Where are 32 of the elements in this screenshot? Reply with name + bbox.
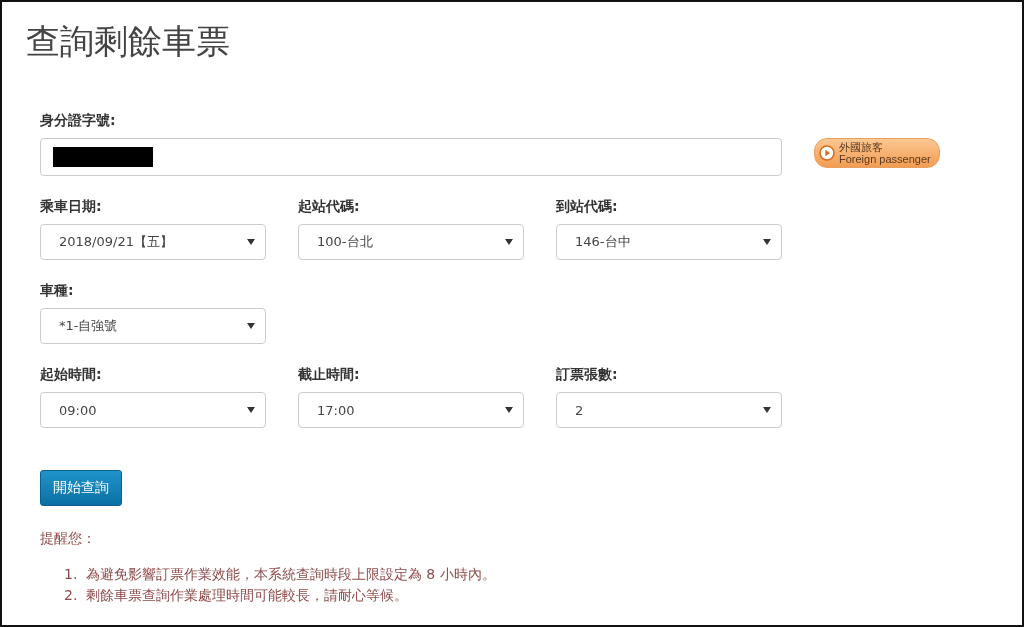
- select-field[interactable]: 2: [556, 392, 782, 428]
- search-button[interactable]: 開始查詢: [40, 470, 122, 506]
- select-field[interactable]: 146-台中: [556, 224, 782, 260]
- reminder-text: 為避免影響訂票作業效能，本系統查詢時段上限設定為 8 小時內。: [85, 566, 496, 582]
- play-icon: [819, 145, 835, 161]
- field-label: 截止時間:: [298, 366, 361, 384]
- caret-icon: [247, 407, 255, 413]
- field-label: 車種:: [40, 282, 75, 300]
- list-number: 2.: [64, 587, 78, 603]
- field-label: 到站代碼:: [556, 198, 619, 216]
- field-label: 訂票張數:: [556, 366, 619, 384]
- caret-icon: [763, 239, 771, 245]
- field-label: 乘車日期:: [40, 198, 103, 216]
- field-label: 起站代碼:: [298, 198, 361, 216]
- caret-icon: [247, 323, 255, 329]
- field-label: 身分證字號:: [40, 112, 117, 130]
- select-field[interactable]: 17:00: [298, 392, 524, 428]
- reminder-text: 剩餘車票查詢作業處理時間可能較長，請耐心等候。: [85, 587, 408, 603]
- caret-icon: [247, 239, 255, 245]
- id-number-field[interactable]: [40, 138, 782, 176]
- foreign-passenger-button[interactable]: 外國旅客 Foreign passenger: [814, 138, 940, 168]
- caret-icon: [505, 239, 513, 245]
- page-title: 查詢剩餘車票: [26, 20, 231, 63]
- field-label: 起始時間:: [40, 366, 103, 384]
- list-number: 1.: [64, 566, 78, 582]
- reminder-heading: 提醒您：: [40, 530, 97, 548]
- caret-icon: [505, 407, 513, 413]
- select-field[interactable]: 2018/09/21【五】: [40, 224, 266, 260]
- select-field[interactable]: 09:00: [40, 392, 266, 428]
- caret-icon: [763, 407, 771, 413]
- select-field[interactable]: *1-自強號: [40, 308, 266, 344]
- select-field[interactable]: 100-台北: [298, 224, 524, 260]
